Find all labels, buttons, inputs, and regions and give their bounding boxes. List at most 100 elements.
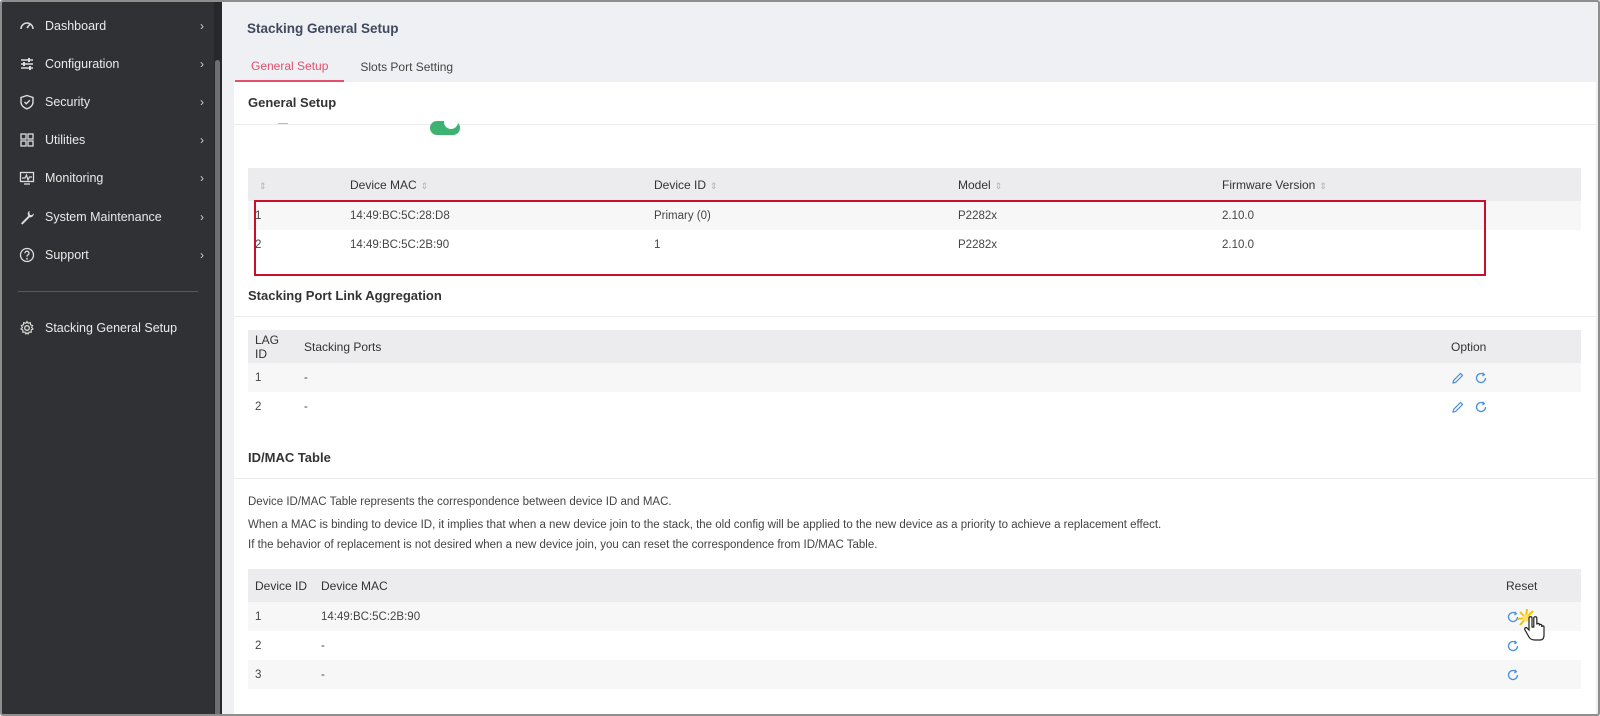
section-title-general-setup: General Setup bbox=[248, 95, 337, 110]
sort-icon[interactable]: ⇕ bbox=[710, 181, 718, 191]
sidebar-item-label: Utilities bbox=[45, 133, 86, 147]
section-divider bbox=[234, 316, 1596, 317]
chevron-right-icon: › bbox=[200, 171, 204, 185]
cell-device-mac: - bbox=[321, 639, 325, 652]
refresh-icon[interactable] bbox=[1474, 400, 1488, 414]
sidebar: Dashboard › Configuration › Security › U… bbox=[2, 2, 220, 714]
stacking-enable-toggle[interactable] bbox=[430, 121, 460, 135]
sidebar-item-label: Support bbox=[45, 248, 89, 262]
tab-bar: General Setup Slots Port Setting bbox=[235, 52, 469, 82]
table-row: 3 - bbox=[248, 660, 1581, 689]
chevron-right-icon: › bbox=[200, 210, 204, 224]
tab-general-setup[interactable]: General Setup bbox=[235, 52, 345, 82]
lag-table: LAG ID Stacking Ports Option 1 - 2 - bbox=[248, 330, 1581, 421]
stacking-devices-table: ⇕ Device MAC ⇕ Device ID ⇕ Model ⇕ Firmware… bbox=[248, 168, 1581, 259]
sidebar-item-monitoring[interactable]: Monitoring › bbox=[2, 159, 214, 197]
column-header-stacking-ports: Stacking Ports bbox=[297, 330, 1444, 363]
section-title-idmac: ID/MAC Table bbox=[248, 450, 331, 465]
sort-icon[interactable]: ⇕ bbox=[259, 181, 267, 191]
chevron-right-icon: › bbox=[200, 95, 204, 109]
column-header-device-mac: Device MAC bbox=[314, 569, 1499, 602]
reset-icon[interactable] bbox=[1506, 639, 1520, 653]
cell-model: P2282x bbox=[958, 238, 998, 251]
speedometer-icon bbox=[18, 17, 36, 35]
sidebar-item-utilities[interactable]: Utilities › bbox=[2, 121, 214, 159]
cell-device-mac: 14:49:BC:5C:28:D8 bbox=[343, 201, 647, 230]
edit-icon[interactable] bbox=[1451, 400, 1465, 414]
sort-icon[interactable]: ⇕ bbox=[995, 181, 1003, 191]
cell-index: 1 bbox=[248, 201, 343, 230]
column-header-device-id: Device ID bbox=[248, 569, 314, 602]
cell-stacking-ports: - bbox=[304, 400, 308, 413]
cell-stacking-ports: - bbox=[297, 363, 1444, 392]
main-content: Stacking General Setup General Setup Slo… bbox=[222, 2, 1598, 714]
sidebar-item-system-maintenance[interactable]: System Maintenance › bbox=[2, 198, 214, 236]
sidebar-divider bbox=[18, 291, 198, 292]
edit-icon[interactable] bbox=[1451, 371, 1465, 385]
chevron-right-icon: › bbox=[200, 57, 204, 71]
table-header-row: Device ID Device MAC Reset bbox=[248, 569, 1581, 602]
shield-icon bbox=[18, 93, 36, 111]
sidebar-item-support[interactable]: Support › bbox=[2, 236, 214, 274]
cell-index: 2 bbox=[255, 238, 262, 251]
monitor-icon bbox=[18, 169, 36, 187]
column-header-device-mac[interactable]: Device MAC ⇕ bbox=[343, 168, 647, 201]
cell-device-id: 2 bbox=[255, 639, 262, 652]
tab-slots-port-setting[interactable]: Slots Port Setting bbox=[344, 52, 469, 82]
cell-lag-id: 2 bbox=[255, 400, 262, 413]
reset-icon[interactable] bbox=[1506, 610, 1520, 624]
table-row: 1 14:49:BC:5C:28:D8 Primary (0) P2282x 2… bbox=[248, 201, 1581, 230]
cell-option bbox=[1444, 392, 1581, 421]
section-divider bbox=[234, 478, 1596, 479]
cell-lag-id: 1 bbox=[248, 363, 297, 392]
sort-icon[interactable]: ⇕ bbox=[1319, 181, 1327, 191]
cell-device-mac: 14:49:BC:5C:2B:90 bbox=[350, 238, 450, 251]
column-header-firmware-version[interactable]: Firmware Version ⇕ bbox=[1215, 168, 1581, 201]
refresh-icon[interactable] bbox=[1474, 371, 1488, 385]
table-header-row: ⇕ Device MAC ⇕ Device ID ⇕ Model ⇕ Firmware… bbox=[248, 168, 1581, 201]
column-header-model[interactable]: Model ⇕ bbox=[951, 168, 1215, 201]
sidebar-scrollbar-thumb[interactable] bbox=[215, 60, 220, 714]
sidebar-item-label: System Maintenance bbox=[45, 210, 162, 224]
reset-icon[interactable] bbox=[1506, 668, 1520, 682]
help-icon bbox=[18, 246, 36, 264]
cell-reset bbox=[1499, 631, 1581, 660]
sidebar-item-security[interactable]: Security › bbox=[2, 83, 214, 121]
chevron-right-icon: › bbox=[200, 248, 204, 262]
column-header-device-id[interactable]: Device ID ⇕ bbox=[647, 168, 951, 201]
sidebar-item-label: Monitoring bbox=[45, 171, 104, 185]
cell-device-id: Primary (0) bbox=[647, 201, 951, 230]
cell-device-id: 1 bbox=[654, 238, 661, 251]
chevron-right-icon: › bbox=[200, 19, 204, 33]
table-header-row: LAG ID Stacking Ports Option bbox=[248, 330, 1581, 363]
sort-icon[interactable]: ⇕ bbox=[421, 181, 429, 191]
sidebar-item-label: Configuration bbox=[45, 57, 120, 71]
gear-icon bbox=[18, 319, 36, 337]
idmac-description-2: When a MAC is binding to device ID, it i… bbox=[248, 519, 1162, 531]
chevron-right-icon: › bbox=[200, 133, 204, 147]
column-header-index[interactable]: ⇕ bbox=[248, 168, 343, 201]
cell-device-mac: 14:49:BC:5C:2B:90 bbox=[314, 602, 1499, 631]
sidebar-item-label: Dashboard bbox=[45, 19, 107, 33]
sidebar-item-label: Security bbox=[45, 95, 91, 109]
cell-device-mac: - bbox=[314, 660, 1499, 689]
sliders-icon bbox=[18, 55, 36, 73]
sidebar-item-label: Stacking General Setup bbox=[45, 321, 178, 335]
cell-model: P2282x bbox=[951, 201, 1215, 230]
table-row: 2 14:49:BC:5C:2B:90 1 P2282x 2.10.0 bbox=[248, 230, 1581, 259]
table-row: 1 - bbox=[248, 363, 1581, 392]
sidebar-item-dashboard[interactable]: Dashboard › bbox=[2, 7, 214, 45]
sidebar-item-configuration[interactable]: Configuration › bbox=[2, 45, 214, 83]
stacking-toggle-label bbox=[278, 118, 288, 124]
idmac-table: Device ID Device MAC Reset 1 14:49:BC:5C… bbox=[248, 569, 1581, 689]
cell-firmware: 2.10.0 bbox=[1222, 238, 1254, 251]
table-row: 2 - bbox=[248, 392, 1581, 421]
table-row: 2 - bbox=[248, 631, 1581, 660]
table-row: 1 14:49:BC:5C:2B:90 bbox=[248, 602, 1581, 631]
idmac-description-1: Device ID/MAC Table represents the corre… bbox=[248, 496, 672, 508]
column-header-reset: Reset bbox=[1499, 569, 1581, 602]
app-window: Dashboard › Configuration › Security › U… bbox=[0, 0, 1600, 716]
cell-device-id: 3 bbox=[248, 660, 314, 689]
cell-device-id: 1 bbox=[248, 602, 314, 631]
sidebar-item-stacking-general-setup[interactable]: Stacking General Setup bbox=[2, 309, 214, 347]
